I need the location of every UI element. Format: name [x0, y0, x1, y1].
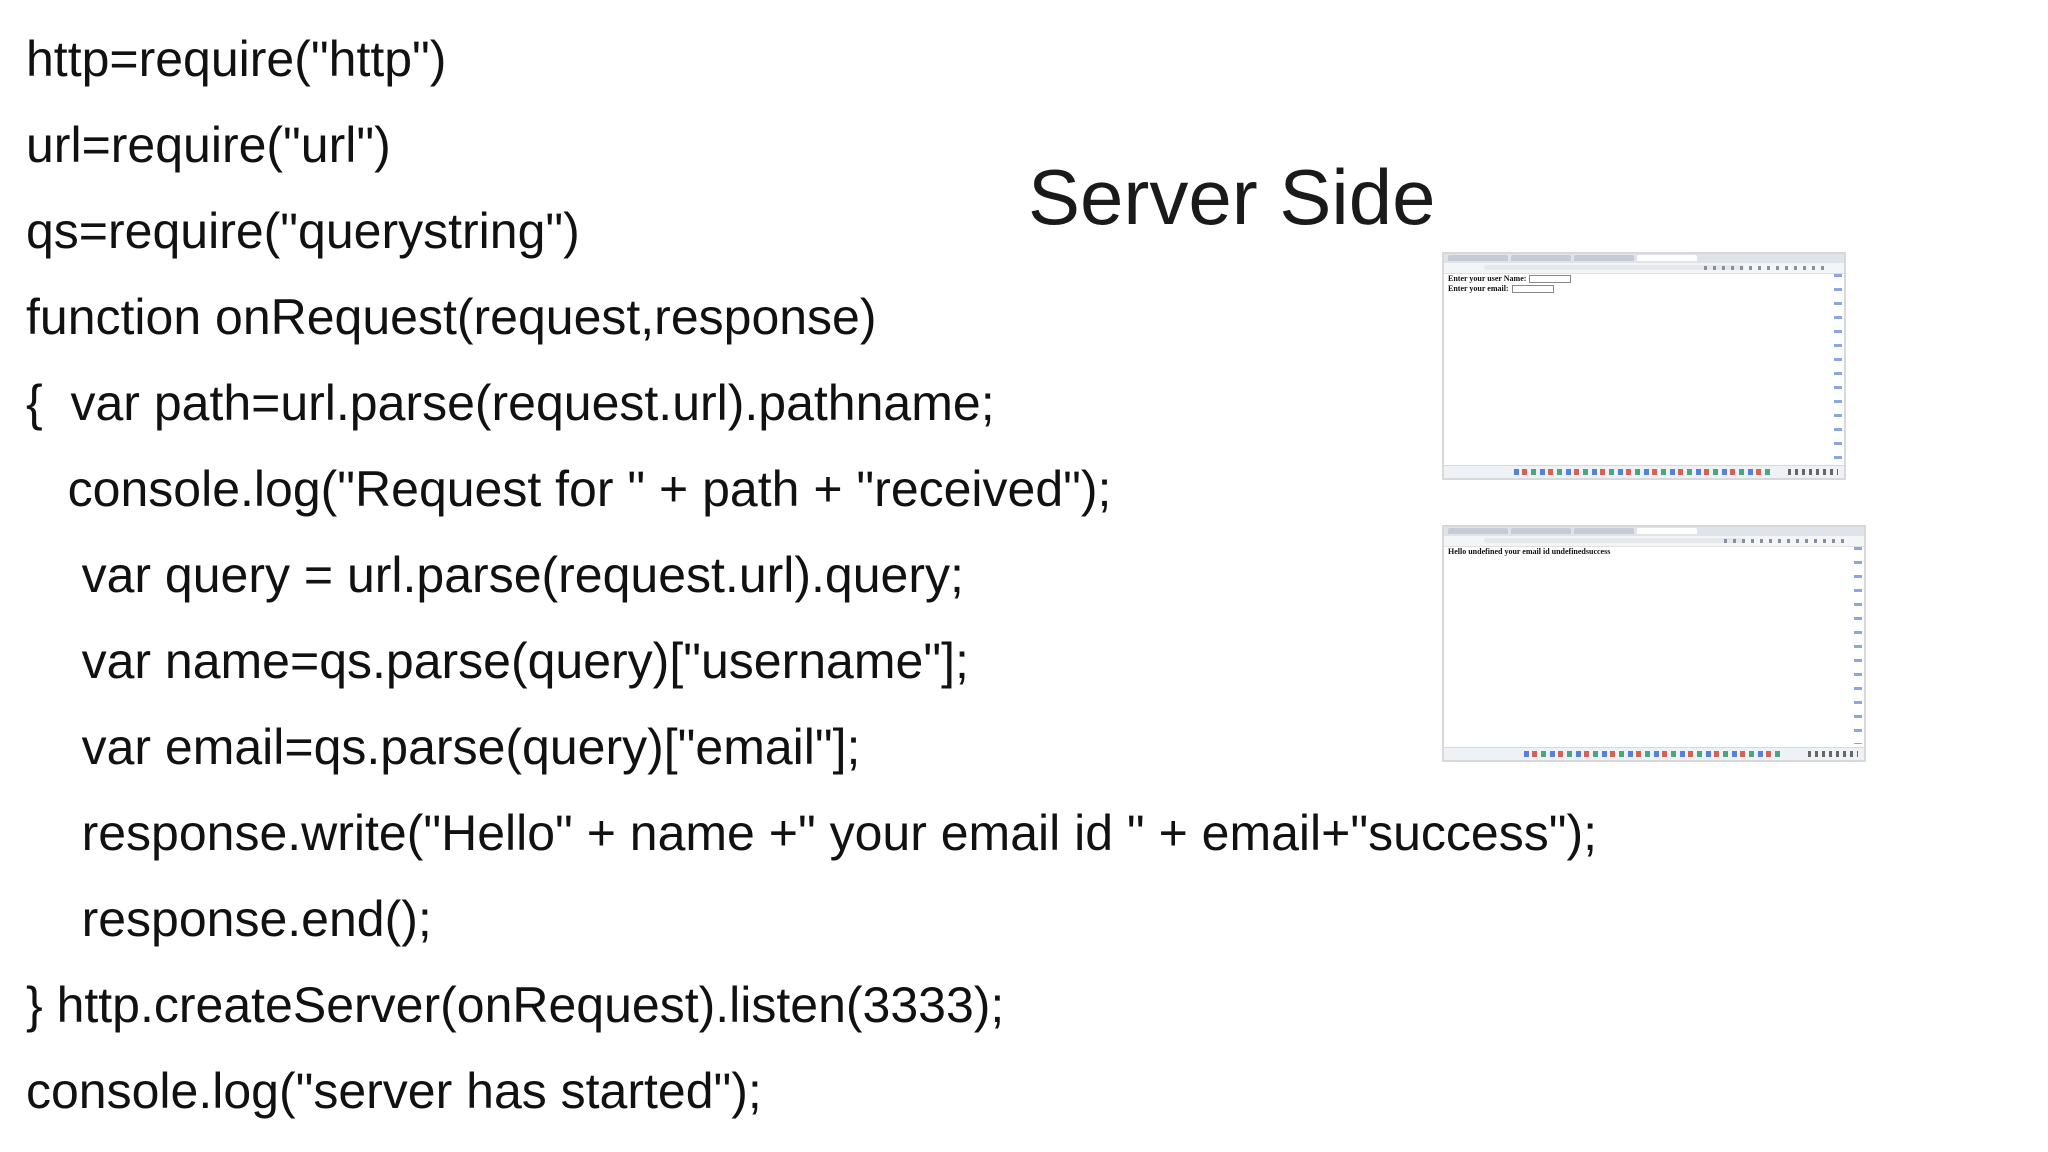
- code-line-2: url=require("url"): [26, 117, 391, 173]
- browser-tab: [1448, 528, 1508, 534]
- response-text: Hello undefined your email id undefineds…: [1448, 547, 1611, 556]
- system-tray: [1788, 469, 1838, 475]
- email-row: Enter your email:: [1448, 284, 1571, 294]
- browser-tab-strip: [1444, 527, 1864, 536]
- code-line-11: response.end();: [26, 891, 432, 947]
- toolbar-icons: [1704, 266, 1824, 270]
- code-line-5: { var path=url.parse(request.url).pathna…: [26, 375, 995, 431]
- url-field: [1484, 538, 1744, 543]
- form-page-screenshot: Enter your user Name: Enter your email:: [1442, 252, 1846, 480]
- browser-tab: [1574, 528, 1634, 534]
- username-input: [1529, 275, 1572, 284]
- slide: Server Side http=require("http") url=req…: [0, 0, 2048, 1152]
- code-line-10: response.write("Hello" + name +" your em…: [26, 805, 1597, 861]
- code-line-9: var email=qs.parse(query)["email"];: [26, 719, 861, 775]
- email-label: Enter your email:: [1448, 283, 1509, 293]
- browser-tab-strip: [1444, 254, 1844, 263]
- response-page-content: Hello undefined your email id undefineds…: [1448, 547, 1610, 557]
- taskbar: [1444, 465, 1844, 478]
- browser-tab-active: [1637, 255, 1697, 261]
- code-line-12: } http.createServer(onRequest).listen(33…: [26, 977, 1005, 1033]
- system-tray: [1808, 751, 1858, 757]
- form-page-content: Enter your user Name: Enter your email:: [1448, 274, 1572, 294]
- toolbar-icons: [1724, 539, 1844, 543]
- slide-title: Server Side: [1028, 153, 1436, 241]
- username-row: Enter your user Name:: [1448, 274, 1572, 284]
- code-line-3: qs=require("querystring"): [26, 203, 580, 259]
- browser-address-bar: [1444, 263, 1844, 274]
- browser-tab-active: [1637, 528, 1697, 534]
- username-label: Enter your user Name:: [1448, 274, 1527, 283]
- code-line-7: var query = url.parse(request.url).query…: [26, 547, 964, 603]
- code-line-6: console.log("Request for " + path + "rec…: [26, 461, 1112, 517]
- browser-tab: [1511, 528, 1571, 534]
- taskbar-app-icons: [1514, 469, 1774, 475]
- email-input: [1511, 284, 1554, 293]
- code-line-4: function onRequest(request,response): [26, 289, 877, 345]
- taskbar: [1444, 747, 1864, 760]
- code-line-13: console.log("server has started");: [26, 1063, 762, 1119]
- browser-sidebar-icons: [1834, 274, 1842, 462]
- code-line-1: http=require("http"): [26, 31, 447, 87]
- browser-tab: [1448, 255, 1508, 261]
- browser-sidebar-icons: [1854, 547, 1862, 744]
- response-page-screenshot: Hello undefined your email id undefineds…: [1442, 525, 1866, 762]
- browser-tab: [1574, 255, 1634, 261]
- taskbar-app-icons: [1524, 751, 1784, 757]
- browser-tab: [1511, 255, 1571, 261]
- browser-address-bar: [1444, 536, 1864, 547]
- code-line-8: var name=qs.parse(query)["username"];: [26, 633, 969, 689]
